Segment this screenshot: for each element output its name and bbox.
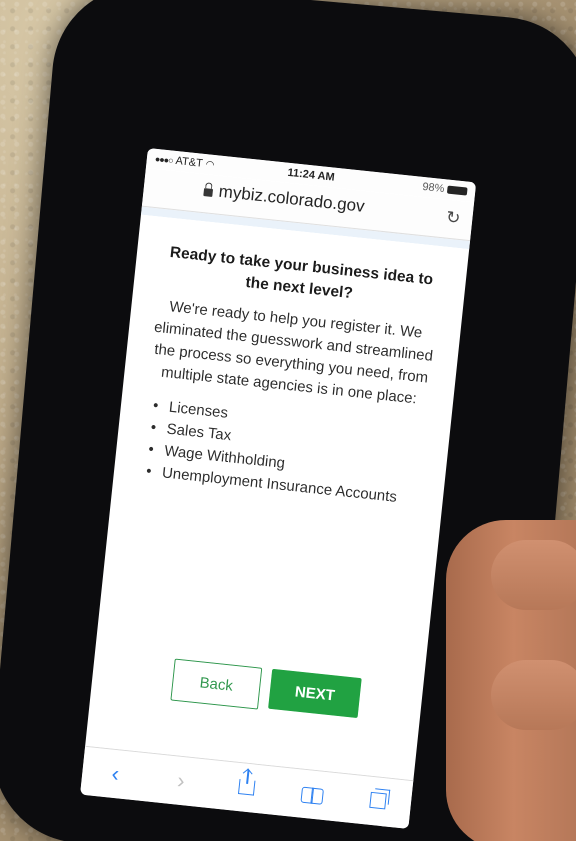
share-icon — [237, 779, 256, 796]
next-button[interactable]: NEXT — [268, 668, 362, 719]
phone-screen: ●●●○ AT&T ◠ 11:24 AM 98% mybiz.colorado.… — [80, 148, 477, 829]
registration-items-list: Licenses Sales Tax Wage Withholding Unem… — [135, 394, 429, 511]
book-icon — [301, 787, 324, 803]
finger — [491, 540, 576, 610]
share-button[interactable] — [230, 773, 263, 802]
reload-icon[interactable]: ↻ — [445, 208, 461, 229]
navigation-buttons: Back NEXT — [170, 658, 362, 720]
chevron-right-icon[interactable]: › — [165, 766, 198, 795]
back-button[interactable]: Back — [170, 658, 263, 710]
tabs-button[interactable] — [362, 787, 395, 816]
battery-indicator: 98% — [422, 181, 468, 198]
battery-percent: 98% — [421, 180, 445, 196]
finger — [491, 660, 576, 730]
intro-paragraph: We're ready to help you register it. We … — [153, 298, 434, 408]
chevron-left-icon[interactable]: ‹ — [99, 760, 132, 789]
photo-background: ●●●○ AT&T ◠ 11:24 AM 98% mybiz.colorado.… — [0, 0, 576, 841]
bookmarks-button[interactable] — [296, 780, 329, 809]
main-content: Ready to take your business idea to the … — [113, 215, 469, 514]
battery-icon — [446, 185, 468, 196]
tabs-icon — [369, 791, 387, 810]
lock-icon — [203, 188, 214, 197]
